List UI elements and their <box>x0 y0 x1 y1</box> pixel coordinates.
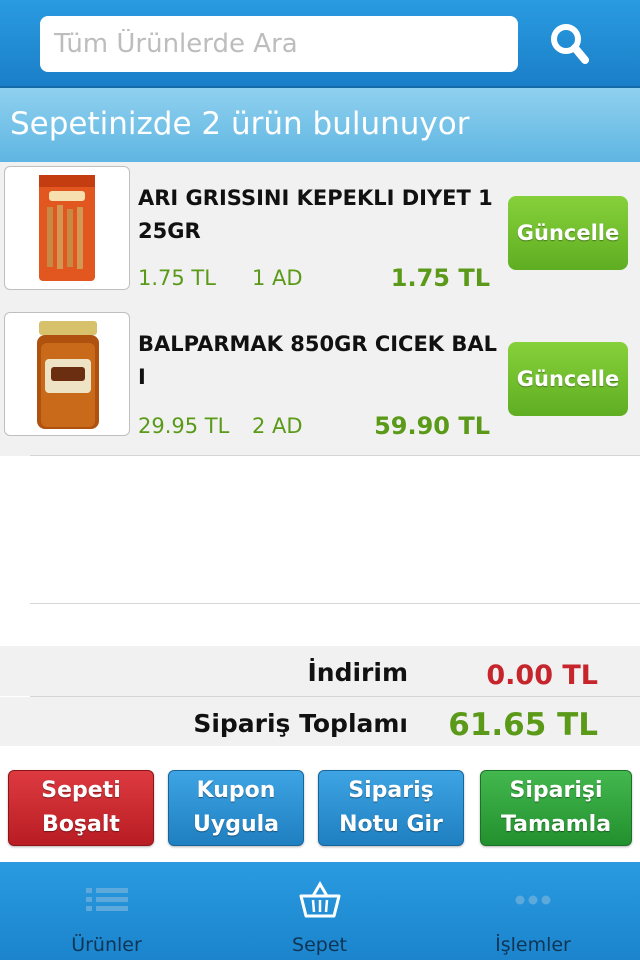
search-icon <box>551 24 589 64</box>
basket-icon <box>299 881 340 918</box>
order-total-value: 61.65 TL <box>448 707 598 743</box>
order-note-label-2: Notu Gir <box>339 812 443 837</box>
order-note-button[interactable]: Sipariş Notu Gir <box>318 770 464 846</box>
order-total-label: Sipariş Toplamı <box>193 709 408 738</box>
empty-cart-button[interactable]: Sepeti Boşalt <box>8 770 154 846</box>
tab-cart[interactable]: Sepet <box>213 862 426 960</box>
discount-label: İndirim <box>307 658 408 687</box>
cart-count-text: Sepetinizde 2 ürün bulunuyor <box>10 106 470 142</box>
discount-value: 0.00 TL <box>486 660 598 691</box>
empty-cart-label-1: Sepeti <box>41 778 121 803</box>
tab-label: İşlemler <box>495 934 571 956</box>
tab-label: Ürünler <box>71 934 142 956</box>
unit-price: 29.95 TL <box>138 414 230 438</box>
complete-order-button[interactable]: Siparişi Tamamla <box>480 770 632 846</box>
apply-coupon-label-2: Uygula <box>192 812 279 837</box>
top-bar <box>0 0 640 88</box>
product-image <box>4 166 130 290</box>
apply-coupon-button[interactable]: Kupon Uygula <box>168 770 304 846</box>
divider <box>30 455 640 456</box>
divider <box>30 603 640 604</box>
order-note-label-1: Sipariş <box>348 778 434 803</box>
search-button[interactable] <box>540 16 600 72</box>
product-image <box>4 312 130 436</box>
search-input[interactable] <box>40 16 518 72</box>
tab-products[interactable]: Ürünler <box>0 862 213 960</box>
apply-coupon-label-1: Kupon <box>196 778 276 803</box>
more-icon <box>515 895 551 905</box>
quantity: 2 AD <box>252 414 303 438</box>
line-total: 59.90 TL <box>374 412 490 440</box>
cart-item: ARI GRISSINI KEPEKLI DIYET 1 25GR 1.75 T… <box>0 162 640 310</box>
empty-cart-label-2: Boşalt <box>42 812 120 837</box>
unit-price: 1.75 TL <box>138 266 216 290</box>
product-name: BALPARMAK 850GR CICEK BAL I <box>138 332 498 389</box>
order-total-row: Sipariş Toplamı 61.65 TL <box>0 697 640 747</box>
quantity: 1 AD <box>252 266 303 290</box>
update-button[interactable]: Güncelle <box>508 196 628 270</box>
discount-row: İndirim 0.00 TL <box>0 646 640 696</box>
line-total: 1.75 TL <box>390 264 490 292</box>
tab-operations[interactable]: İşlemler <box>426 862 640 960</box>
cart-item: BALPARMAK 850GR CICEK BAL I 29.95 TL 2 A… <box>0 308 640 456</box>
update-button[interactable]: Güncelle <box>508 342 628 416</box>
product-name: ARI GRISSINI KEPEKLI DIYET 1 25GR <box>138 186 493 243</box>
cart-header: Sepetinizde 2 ürün bulunuyor <box>0 88 640 162</box>
tab-label: Sepet <box>292 934 347 956</box>
tab-bar: Ürünler Sepet İşlemler <box>0 862 640 960</box>
app: Sepetinizde 2 ürün bulunuyor ARI GRISSIN… <box>0 0 640 960</box>
complete-order-label-2: Tamamla <box>500 812 612 837</box>
complete-order-label-1: Siparişi <box>509 778 603 803</box>
list-icon <box>85 888 128 911</box>
action-bar: Sepeti Boşalt Kupon Uygula Sipariş Notu … <box>0 746 640 862</box>
